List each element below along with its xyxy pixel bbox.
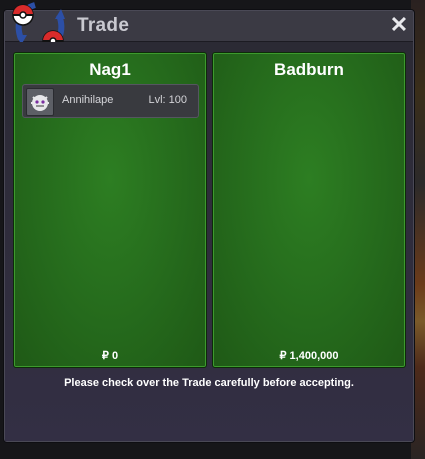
item-name: Annihilape — [62, 94, 114, 106]
game-screen: Trade ✕ Nag1 Annihilape Lvl: 100 ₽ 0 Bad… — [0, 0, 425, 459]
right-money: ₽ 1,400,000 — [279, 350, 339, 362]
left-player-name: Nag1 — [89, 60, 131, 79]
close-button[interactable]: ✕ — [389, 14, 409, 36]
item-level: Lvl: 100 — [148, 94, 187, 106]
left-trade-panel: Nag1 Annihilape Lvl: 100 ₽ 0 — [13, 52, 207, 368]
right-trade-panel: Badburn ₽ 1,400,000 — [212, 52, 406, 368]
window-title: Trade — [77, 15, 130, 36]
annihilape-sprite-icon — [26, 88, 54, 116]
trade-notice: Please check over the Trade carefully be… — [64, 377, 354, 389]
left-money: ₽ 0 — [101, 350, 119, 362]
trade-item-card[interactable]: Annihilape Lvl: 100 — [22, 84, 199, 118]
right-player-name: Badburn — [274, 60, 344, 79]
trade-window: Trade ✕ Nag1 Annihilape Lvl: 100 ₽ 0 Bad… — [4, 2, 414, 442]
trade-content: Nag1 Annihilape Lvl: 100 ₽ 0 Badburn ₽ 1… — [5, 42, 413, 441]
